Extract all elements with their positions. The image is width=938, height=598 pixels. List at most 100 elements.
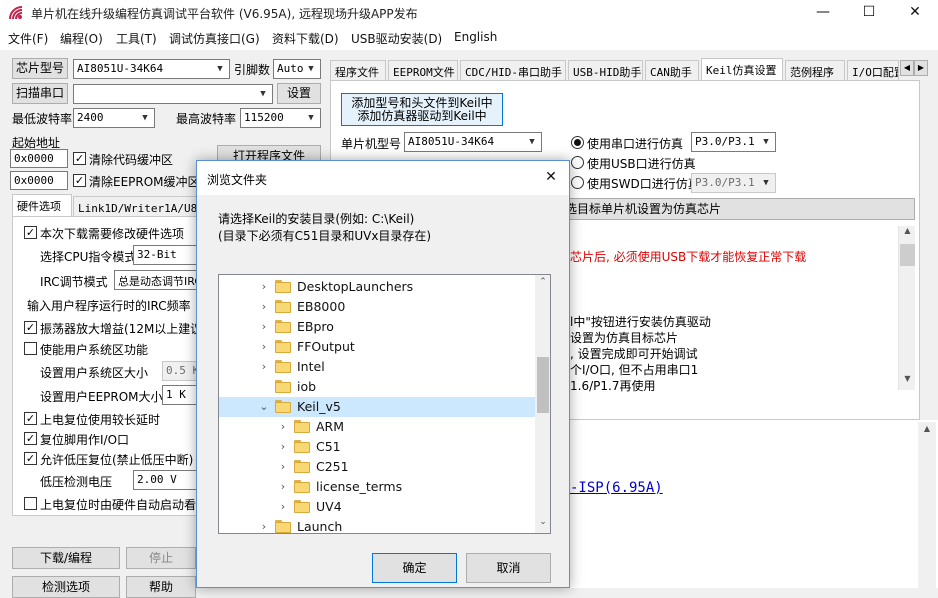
tree-item[interactable]: › Launch: [219, 517, 535, 533]
usb-sim-radio[interactable]: [571, 156, 584, 169]
tree-item[interactable]: › UV4: [219, 497, 535, 517]
menu-debug-interface[interactable]: 调试仿真接口(G): [169, 30, 260, 47]
tree-item[interactable]: › Intel: [219, 357, 535, 377]
tree-item[interactable]: › DesktopLaunchers: [219, 277, 535, 297]
tab-examples[interactable]: 范例程序: [785, 60, 845, 80]
scroll-up-icon[interactable]: ▲: [918, 424, 936, 438]
expand-right-icon[interactable]: [258, 380, 270, 394]
menu-usb-driver[interactable]: USB驱动安装(D): [351, 30, 442, 47]
tab-io-config[interactable]: I/O口配置: [847, 60, 899, 80]
browse-folder-dialog: 浏览文件夹 ✕ 请选择Keil的安装目录(例如: C:\Keil) (目录下必须…: [196, 160, 570, 588]
long-delay-checkbox[interactable]: ✓: [24, 412, 37, 425]
eeprom-size-select[interactable]: 1 K: [162, 385, 198, 405]
expand-right-icon[interactable]: ›: [277, 420, 289, 434]
expand-right-icon[interactable]: ›: [277, 500, 289, 514]
expand-right-icon[interactable]: ›: [258, 520, 270, 533]
add-to-keil-button[interactable]: 添加型号和头文件到Keil中 添加仿真器驱动到Keil中: [341, 93, 503, 126]
scroll-thumb[interactable]: [537, 357, 549, 413]
clear-eeprom-checkbox[interactable]: ✓: [73, 174, 86, 187]
tab-program-file[interactable]: 程序文件: [330, 60, 386, 80]
chip-type-select[interactable]: AI8051U-34K64 ▼: [73, 59, 230, 79]
close-button[interactable]: ✕: [892, 0, 938, 26]
expand-right-icon[interactable]: ›: [277, 460, 289, 474]
chip-type-button[interactable]: 芯片型号: [12, 58, 68, 79]
expand-right-icon[interactable]: ›: [277, 440, 289, 454]
expand-right-icon[interactable]: ›: [258, 320, 270, 334]
scroll-down-icon[interactable]: ▼: [899, 374, 916, 388]
scan-port-button[interactable]: 扫描串口: [12, 83, 68, 104]
download-button[interactable]: 下载/编程: [12, 547, 120, 569]
tab-keil-simulation[interactable]: Keil仿真设置: [701, 58, 783, 81]
eeprom-address-input[interactable]: 0x0000: [10, 171, 68, 190]
expand-right-icon[interactable]: ›: [258, 340, 270, 354]
menu-english[interactable]: English: [454, 30, 497, 44]
minimize-button[interactable]: —: [800, 0, 846, 26]
osc-gain-checkbox[interactable]: ✓: [24, 321, 37, 334]
tree-item[interactable]: › C51: [219, 437, 535, 457]
maximize-button[interactable]: ☐: [846, 0, 892, 26]
tab-usb-hid[interactable]: USB-HID助手: [568, 60, 643, 80]
mcu-model-select[interactable]: AI8051U-34K64 ▼: [404, 132, 542, 152]
lvr-checkbox[interactable]: ✓: [24, 452, 37, 465]
expand-right-icon[interactable]: ›: [258, 280, 270, 294]
ok-button[interactable]: 确定: [372, 553, 457, 583]
expand-right-icon[interactable]: ›: [258, 360, 270, 374]
tab-scroll-left-icon[interactable]: ◀: [900, 60, 914, 76]
scroll-down-icon[interactable]: ⌄: [535, 517, 550, 529]
expand-right-icon[interactable]: ›: [277, 480, 289, 494]
serial-sim-radio[interactable]: [571, 136, 584, 149]
isp-version-link[interactable]: -ISP(6.95A): [570, 480, 663, 496]
scroll-thumb[interactable]: [900, 244, 915, 266]
menu-program[interactable]: 编程(O): [60, 30, 103, 47]
tree-scrollbar[interactable]: ⌃ ⌄: [535, 275, 550, 533]
auto-start-checkbox[interactable]: [24, 497, 37, 510]
settings-button[interactable]: 设置: [277, 83, 321, 104]
tree-item[interactable]: › C251: [219, 457, 535, 477]
menu-tools[interactable]: 工具(T): [116, 30, 157, 47]
tree-item[interactable]: › license_terms: [219, 477, 535, 497]
set-target-chip-button[interactable]: 选目标单片机设置为仿真芯片: [560, 198, 915, 220]
reset-io-checkbox[interactable]: ✓: [24, 432, 37, 445]
tab-cdc-hid-serial[interactable]: CDC/HID-串口助手: [460, 60, 566, 80]
port-select[interactable]: ▼: [73, 84, 273, 104]
tab-hardware-options[interactable]: 硬件选项: [12, 194, 72, 216]
cpu-mode-select[interactable]: 32-Bit: [133, 245, 198, 265]
help-button[interactable]: 帮助: [126, 576, 196, 598]
menu-downloads[interactable]: 资料下载(D): [272, 30, 339, 47]
swd-sim-radio[interactable]: [571, 176, 584, 189]
check-options-button[interactable]: 检测选项: [12, 576, 120, 598]
tree-item[interactable]: › ARM: [219, 417, 535, 437]
menu-file[interactable]: 文件(F): [8, 30, 48, 47]
scroll-up-icon[interactable]: ▲: [899, 226, 916, 240]
main-window: 单片机在线升级编程仿真调试平台软件 (V6.95A), 远程现场升级APP发布 …: [0, 0, 938, 598]
tree-item[interactable]: › FFOutput: [219, 337, 535, 357]
pin-count-select[interactable]: Auto ▼: [273, 59, 321, 79]
notes-scrollbar[interactable]: ▲ ▼: [898, 226, 915, 390]
cancel-button[interactable]: 取消: [466, 553, 551, 583]
user-system-area-checkbox[interactable]: [24, 342, 37, 355]
stop-button[interactable]: 停止: [126, 547, 196, 569]
min-baud-select[interactable]: 2400 ▼: [73, 108, 155, 128]
tree-item-label: FFOutput: [297, 339, 355, 354]
tab-can[interactable]: CAN助手: [645, 60, 699, 80]
serial-port-select[interactable]: P3.0/P3.1 ▼: [691, 132, 776, 152]
tab-scroll-right-icon[interactable]: ▶: [914, 60, 928, 76]
tree-item[interactable]: iob: [219, 377, 535, 397]
scroll-up-icon[interactable]: ⌃: [535, 277, 550, 289]
tab-link1d-writer[interactable]: Link1D/Writer1A/U8W脱: [73, 196, 199, 216]
tree-item[interactable]: ⌄ Keil_v5: [219, 397, 535, 417]
clear-code-checkbox[interactable]: ✓: [73, 152, 86, 165]
tree-item[interactable]: › EB8000: [219, 297, 535, 317]
tree-item[interactable]: › EBpro: [219, 317, 535, 337]
modify-hardware-checkbox[interactable]: ✓: [24, 226, 37, 239]
code-address-input[interactable]: 0x0000: [10, 149, 68, 168]
lvd-select[interactable]: 2.00 V: [133, 470, 198, 490]
expand-down-icon[interactable]: ⌄: [258, 400, 270, 414]
expand-right-icon[interactable]: ›: [258, 300, 270, 314]
irc-mode-select[interactable]: 总是动态调节IRC: [114, 270, 198, 290]
dialog-close-button[interactable]: ✕: [533, 163, 569, 193]
tab-eeprom-file[interactable]: EEPROM文件: [388, 60, 458, 80]
log-scrollbar[interactable]: ▲: [918, 422, 936, 588]
max-baud-select[interactable]: 115200 ▼: [240, 108, 321, 128]
folder-tree[interactable]: › DesktopLaunchers › EB8000 › EBpro › FFOutput ›…: [218, 274, 551, 534]
